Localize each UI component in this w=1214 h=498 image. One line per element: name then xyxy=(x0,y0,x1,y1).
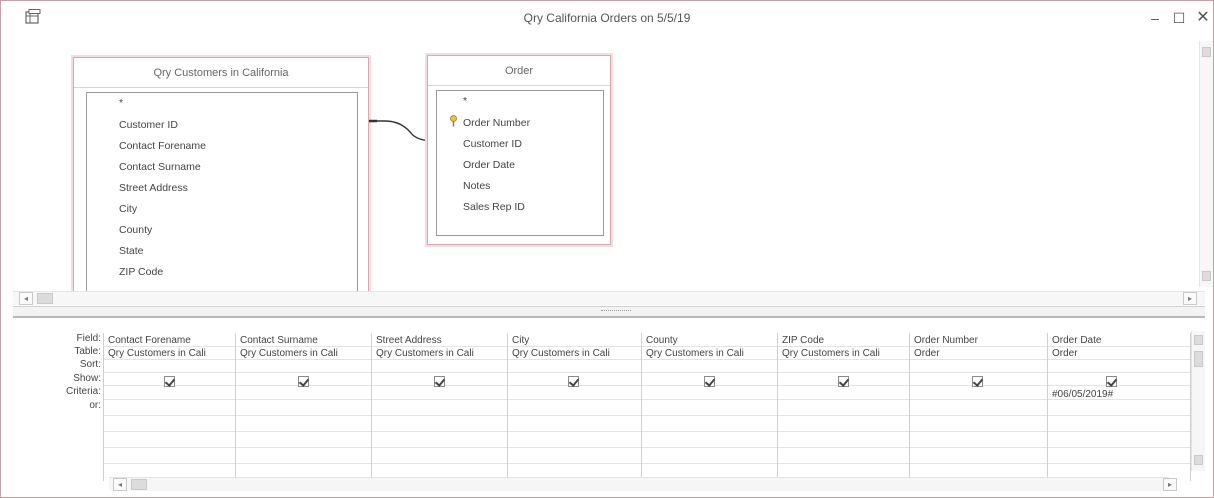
field-list-item[interactable]: Sales Rep ID xyxy=(463,201,525,213)
scroll-thumb[interactable] xyxy=(131,479,147,490)
grid-column[interactable]: City Qry Customers in Cali xyxy=(507,333,641,481)
field-cell[interactable]: Contact Forename xyxy=(108,335,234,346)
show-checkbox[interactable] xyxy=(434,376,445,387)
grid-column[interactable]: ZIP Code Qry Customers in Cali xyxy=(777,333,909,481)
scroll-left-arrow[interactable]: ◂ xyxy=(113,478,127,491)
row-label-show: Show: xyxy=(73,373,101,384)
grid-column[interactable]: Order Number Order xyxy=(909,333,1047,481)
table-box-title[interactable]: Order xyxy=(428,56,610,86)
field-list-item[interactable]: * xyxy=(119,97,123,109)
scroll-down-arrow[interactable] xyxy=(1194,455,1203,465)
field-list-item[interactable]: * xyxy=(463,95,467,107)
field-cell[interactable]: Order Date xyxy=(1052,335,1190,346)
table-cell[interactable]: Qry Customers in Cali xyxy=(108,348,234,359)
grid-column[interactable]: Order Date Order #06/05/2019# xyxy=(1047,333,1191,481)
criteria-cell[interactable]: #06/05/2019# xyxy=(1052,389,1190,400)
table-box-customers[interactable]: Qry Customers in California * Customer I… xyxy=(73,57,369,305)
show-checkbox[interactable] xyxy=(568,376,579,387)
row-label-field: Field: xyxy=(76,333,101,344)
close-button[interactable]: ✕ xyxy=(1191,7,1214,29)
field-list-item[interactable]: Order Date xyxy=(463,159,515,171)
show-checkbox[interactable] xyxy=(704,376,715,387)
field-list-item[interactable]: City xyxy=(119,203,137,215)
scroll-up-arrow[interactable] xyxy=(1194,335,1203,345)
table-cell[interactable]: Qry Customers in Cali xyxy=(646,348,776,359)
scroll-right-arrow[interactable]: ▸ xyxy=(1163,478,1177,491)
field-list-item[interactable]: Order Number xyxy=(463,117,530,129)
diagram-horizontal-scrollbar[interactable]: ◂ ▸ xyxy=(13,291,1205,305)
splitter-grip[interactable] xyxy=(601,310,631,313)
grid-column[interactable]: County Qry Customers in Cali xyxy=(641,333,777,481)
table-cell[interactable]: Qry Customers in Cali xyxy=(782,348,908,359)
field-cell[interactable]: County xyxy=(646,335,776,346)
field-list-item[interactable]: Notes xyxy=(463,180,490,192)
field-list[interactable]: * Order Number Customer ID Order Date No… xyxy=(436,90,604,236)
row-label-sort: Sort: xyxy=(79,359,101,370)
field-list-item[interactable]: Contact Forename xyxy=(119,140,206,152)
row-label-or: or: xyxy=(89,400,101,411)
field-list-item[interactable]: State xyxy=(119,245,144,257)
field-list-item[interactable]: Street Address xyxy=(119,182,188,194)
table-cell[interactable]: Qry Customers in Cali xyxy=(240,348,370,359)
show-checkbox[interactable] xyxy=(298,376,309,387)
table-diagram-pane[interactable]: Qry Customers in California * Customer I… xyxy=(13,35,1205,305)
scroll-up-arrow[interactable] xyxy=(1202,47,1211,57)
field-cell[interactable]: Contact Surname xyxy=(240,335,370,346)
table-box-title[interactable]: Qry Customers in California xyxy=(74,58,368,88)
show-checkbox[interactable] xyxy=(164,376,175,387)
title-bar: Qry California Orders on 5/5/19 – ☐ ✕ xyxy=(1,1,1213,35)
show-checkbox[interactable] xyxy=(1106,376,1117,387)
scroll-right-arrow[interactable]: ▸ xyxy=(1183,292,1197,305)
field-list-item[interactable]: ZIP Code xyxy=(119,266,163,278)
field-cell[interactable]: City xyxy=(512,335,640,346)
query-design-grid[interactable]: Field: Table: Sort: Show: Criteria: or: … xyxy=(13,323,1205,489)
minimize-button[interactable]: – xyxy=(1143,7,1167,29)
grid-column[interactable]: Street Address Qry Customers in Cali xyxy=(371,333,507,481)
field-cell[interactable]: Order Number xyxy=(914,335,1046,346)
primary-key-icon xyxy=(450,115,457,127)
show-checkbox[interactable] xyxy=(972,376,983,387)
grid-column[interactable]: Contact Surname Qry Customers in Cali xyxy=(235,333,371,481)
grid-vertical-scrollbar[interactable] xyxy=(1191,331,1205,471)
field-list-item[interactable]: Customer ID xyxy=(463,138,522,150)
row-label-table: Table: xyxy=(74,346,101,357)
show-checkbox[interactable] xyxy=(838,376,849,387)
field-list-item[interactable]: County xyxy=(119,224,152,236)
row-label-criteria: Criteria: xyxy=(65,386,101,397)
table-cell[interactable]: Order xyxy=(1052,348,1190,359)
table-cell[interactable]: Order xyxy=(914,348,1046,359)
table-cell[interactable]: Qry Customers in Cali xyxy=(376,348,506,359)
table-cell[interactable]: Qry Customers in Cali xyxy=(512,348,640,359)
scroll-thumb[interactable] xyxy=(37,293,53,304)
scroll-down-arrow[interactable] xyxy=(1202,271,1211,281)
table-box-order[interactable]: Order * Order Number Customer ID Order D… xyxy=(427,55,611,245)
field-list-item[interactable]: Contact Surname xyxy=(119,161,201,173)
scroll-left-arrow[interactable]: ◂ xyxy=(19,292,33,305)
grid-horizontal-scrollbar[interactable]: ◂ ▸ xyxy=(109,477,1177,491)
field-list-item[interactable]: Customer ID xyxy=(119,119,178,131)
field-cell[interactable]: ZIP Code xyxy=(782,335,908,346)
diagram-vertical-scrollbar[interactable] xyxy=(1199,41,1213,287)
scroll-thumb[interactable] xyxy=(1194,351,1203,367)
field-list[interactable]: * Customer ID Contact Forename Contact S… xyxy=(86,92,358,305)
maximize-button[interactable]: ☐ xyxy=(1167,7,1191,29)
field-cell[interactable]: Street Address xyxy=(376,335,506,346)
pane-splitter[interactable] xyxy=(13,306,1205,318)
window-title: Qry California Orders on 5/5/19 xyxy=(523,11,691,25)
grid-column[interactable]: Contact Forename Qry Customers in Cali xyxy=(103,333,235,481)
query-design-window: Qry California Orders on 5/5/19 – ☐ ✕ Qr… xyxy=(0,0,1214,498)
